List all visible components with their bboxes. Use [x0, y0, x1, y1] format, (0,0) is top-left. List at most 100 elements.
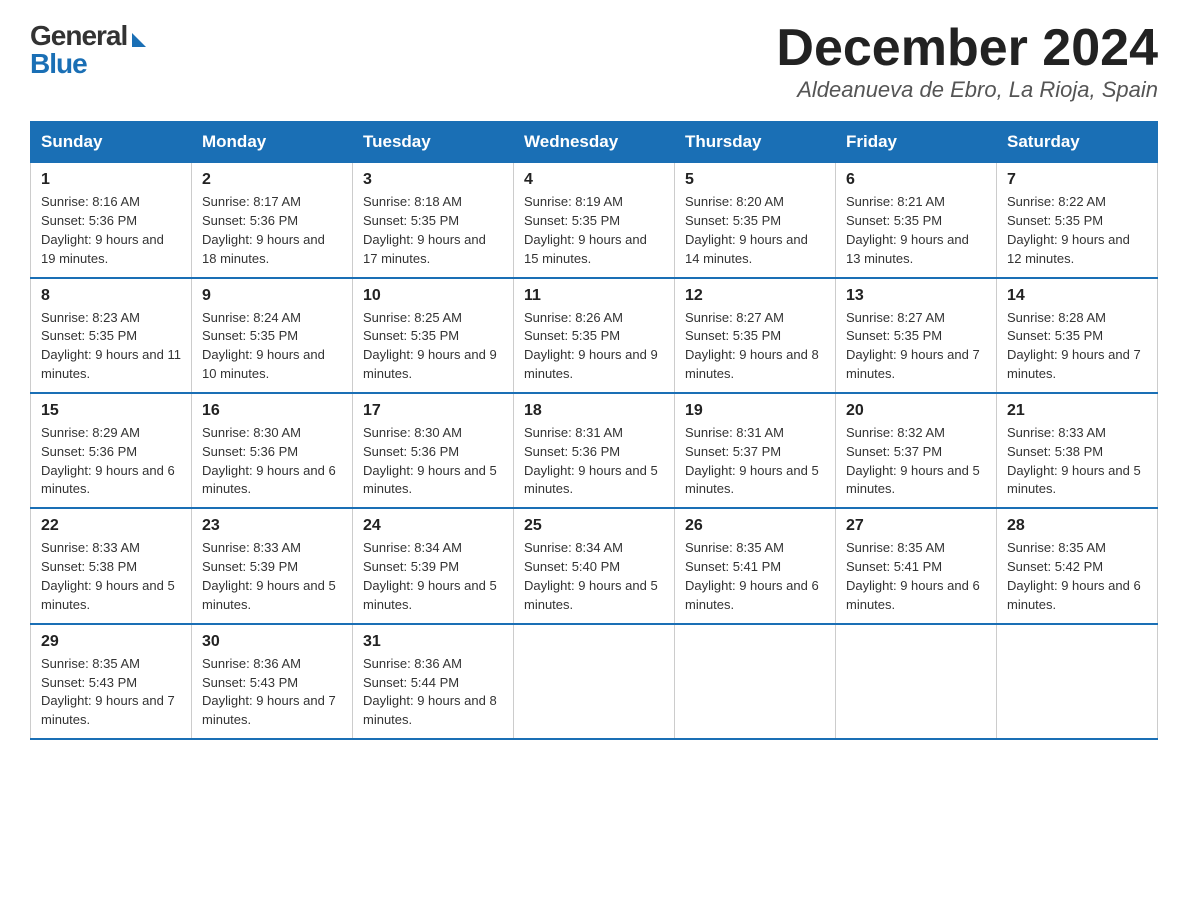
day-info: Sunrise: 8:25 AMSunset: 5:35 PMDaylight:…	[363, 309, 503, 384]
day-info: Sunrise: 8:24 AMSunset: 5:35 PMDaylight:…	[202, 309, 342, 384]
header-wednesday: Wednesday	[514, 122, 675, 163]
day-number: 18	[524, 402, 664, 420]
calendar-cell: 23 Sunrise: 8:33 AMSunset: 5:39 PMDaylig…	[192, 508, 353, 623]
day-number: 12	[685, 287, 825, 305]
calendar-cell: 8 Sunrise: 8:23 AMSunset: 5:35 PMDayligh…	[31, 278, 192, 393]
calendar-cell: 10 Sunrise: 8:25 AMSunset: 5:35 PMDaylig…	[353, 278, 514, 393]
logo-blue-text: Blue	[30, 48, 87, 80]
day-info: Sunrise: 8:20 AMSunset: 5:35 PMDaylight:…	[685, 193, 825, 268]
day-number: 26	[685, 517, 825, 535]
day-info: Sunrise: 8:35 AMSunset: 5:43 PMDaylight:…	[41, 655, 181, 730]
calendar-table: SundayMondayTuesdayWednesdayThursdayFrid…	[30, 121, 1158, 740]
day-info: Sunrise: 8:33 AMSunset: 5:39 PMDaylight:…	[202, 539, 342, 614]
day-info: Sunrise: 8:21 AMSunset: 5:35 PMDaylight:…	[846, 193, 986, 268]
calendar-body: 1 Sunrise: 8:16 AMSunset: 5:36 PMDayligh…	[31, 163, 1158, 739]
day-number: 24	[363, 517, 503, 535]
week-row-4: 22 Sunrise: 8:33 AMSunset: 5:38 PMDaylig…	[31, 508, 1158, 623]
day-info: Sunrise: 8:32 AMSunset: 5:37 PMDaylight:…	[846, 424, 986, 499]
calendar-cell: 25 Sunrise: 8:34 AMSunset: 5:40 PMDaylig…	[514, 508, 675, 623]
day-number: 10	[363, 287, 503, 305]
calendar-cell: 5 Sunrise: 8:20 AMSunset: 5:35 PMDayligh…	[675, 163, 836, 278]
header-sunday: Sunday	[31, 122, 192, 163]
day-number: 19	[685, 402, 825, 420]
week-row-1: 1 Sunrise: 8:16 AMSunset: 5:36 PMDayligh…	[31, 163, 1158, 278]
day-info: Sunrise: 8:29 AMSunset: 5:36 PMDaylight:…	[41, 424, 181, 499]
day-info: Sunrise: 8:33 AMSunset: 5:38 PMDaylight:…	[1007, 424, 1147, 499]
calendar-cell: 13 Sunrise: 8:27 AMSunset: 5:35 PMDaylig…	[836, 278, 997, 393]
day-number: 4	[524, 171, 664, 189]
calendar-cell: 7 Sunrise: 8:22 AMSunset: 5:35 PMDayligh…	[997, 163, 1158, 278]
day-number: 6	[846, 171, 986, 189]
day-info: Sunrise: 8:16 AMSunset: 5:36 PMDaylight:…	[41, 193, 181, 268]
page-header: General Blue December 2024 Aldeanueva de…	[30, 20, 1158, 103]
calendar-cell: 11 Sunrise: 8:26 AMSunset: 5:35 PMDaylig…	[514, 278, 675, 393]
day-info: Sunrise: 8:34 AMSunset: 5:39 PMDaylight:…	[363, 539, 503, 614]
calendar-cell: 18 Sunrise: 8:31 AMSunset: 5:36 PMDaylig…	[514, 393, 675, 508]
day-info: Sunrise: 8:35 AMSunset: 5:41 PMDaylight:…	[846, 539, 986, 614]
day-info: Sunrise: 8:26 AMSunset: 5:35 PMDaylight:…	[524, 309, 664, 384]
calendar-cell: 6 Sunrise: 8:21 AMSunset: 5:35 PMDayligh…	[836, 163, 997, 278]
calendar-cell	[836, 624, 997, 739]
calendar-cell: 29 Sunrise: 8:35 AMSunset: 5:43 PMDaylig…	[31, 624, 192, 739]
calendar-cell: 28 Sunrise: 8:35 AMSunset: 5:42 PMDaylig…	[997, 508, 1158, 623]
day-number: 7	[1007, 171, 1147, 189]
day-number: 3	[363, 171, 503, 189]
calendar-cell	[997, 624, 1158, 739]
day-info: Sunrise: 8:30 AMSunset: 5:36 PMDaylight:…	[202, 424, 342, 499]
calendar-cell: 16 Sunrise: 8:30 AMSunset: 5:36 PMDaylig…	[192, 393, 353, 508]
day-number: 1	[41, 171, 181, 189]
calendar-cell: 1 Sunrise: 8:16 AMSunset: 5:36 PMDayligh…	[31, 163, 192, 278]
day-info: Sunrise: 8:28 AMSunset: 5:35 PMDaylight:…	[1007, 309, 1147, 384]
day-number: 31	[363, 633, 503, 651]
calendar-cell: 26 Sunrise: 8:35 AMSunset: 5:41 PMDaylig…	[675, 508, 836, 623]
day-info: Sunrise: 8:31 AMSunset: 5:36 PMDaylight:…	[524, 424, 664, 499]
day-number: 5	[685, 171, 825, 189]
day-number: 30	[202, 633, 342, 651]
calendar-cell: 17 Sunrise: 8:30 AMSunset: 5:36 PMDaylig…	[353, 393, 514, 508]
day-number: 2	[202, 171, 342, 189]
calendar-cell: 22 Sunrise: 8:33 AMSunset: 5:38 PMDaylig…	[31, 508, 192, 623]
day-info: Sunrise: 8:36 AMSunset: 5:43 PMDaylight:…	[202, 655, 342, 730]
header-monday: Monday	[192, 122, 353, 163]
week-row-2: 8 Sunrise: 8:23 AMSunset: 5:35 PMDayligh…	[31, 278, 1158, 393]
day-info: Sunrise: 8:35 AMSunset: 5:42 PMDaylight:…	[1007, 539, 1147, 614]
header-thursday: Thursday	[675, 122, 836, 163]
day-info: Sunrise: 8:23 AMSunset: 5:35 PMDaylight:…	[41, 309, 181, 384]
calendar-cell: 15 Sunrise: 8:29 AMSunset: 5:36 PMDaylig…	[31, 393, 192, 508]
calendar-cell: 20 Sunrise: 8:32 AMSunset: 5:37 PMDaylig…	[836, 393, 997, 508]
day-info: Sunrise: 8:31 AMSunset: 5:37 PMDaylight:…	[685, 424, 825, 499]
day-info: Sunrise: 8:19 AMSunset: 5:35 PMDaylight:…	[524, 193, 664, 268]
calendar-cell: 14 Sunrise: 8:28 AMSunset: 5:35 PMDaylig…	[997, 278, 1158, 393]
day-number: 8	[41, 287, 181, 305]
calendar-cell: 9 Sunrise: 8:24 AMSunset: 5:35 PMDayligh…	[192, 278, 353, 393]
day-number: 11	[524, 287, 664, 305]
header-tuesday: Tuesday	[353, 122, 514, 163]
calendar-cell: 2 Sunrise: 8:17 AMSunset: 5:36 PMDayligh…	[192, 163, 353, 278]
day-info: Sunrise: 8:36 AMSunset: 5:44 PMDaylight:…	[363, 655, 503, 730]
calendar-cell: 30 Sunrise: 8:36 AMSunset: 5:43 PMDaylig…	[192, 624, 353, 739]
day-number: 9	[202, 287, 342, 305]
logo-arrow-icon	[132, 33, 146, 47]
calendar-header: SundayMondayTuesdayWednesdayThursdayFrid…	[31, 122, 1158, 163]
month-title: December 2024	[776, 20, 1158, 77]
title-area: December 2024 Aldeanueva de Ebro, La Rio…	[776, 20, 1158, 103]
calendar-cell: 21 Sunrise: 8:33 AMSunset: 5:38 PMDaylig…	[997, 393, 1158, 508]
header-friday: Friday	[836, 122, 997, 163]
calendar-cell: 27 Sunrise: 8:35 AMSunset: 5:41 PMDaylig…	[836, 508, 997, 623]
day-number: 13	[846, 287, 986, 305]
calendar-cell	[514, 624, 675, 739]
header-saturday: Saturday	[997, 122, 1158, 163]
week-row-5: 29 Sunrise: 8:35 AMSunset: 5:43 PMDaylig…	[31, 624, 1158, 739]
day-info: Sunrise: 8:35 AMSunset: 5:41 PMDaylight:…	[685, 539, 825, 614]
day-number: 21	[1007, 402, 1147, 420]
day-number: 15	[41, 402, 181, 420]
calendar-cell: 24 Sunrise: 8:34 AMSunset: 5:39 PMDaylig…	[353, 508, 514, 623]
day-number: 17	[363, 402, 503, 420]
location-subtitle: Aldeanueva de Ebro, La Rioja, Spain	[776, 77, 1158, 103]
day-info: Sunrise: 8:22 AMSunset: 5:35 PMDaylight:…	[1007, 193, 1147, 268]
day-info: Sunrise: 8:18 AMSunset: 5:35 PMDaylight:…	[363, 193, 503, 268]
day-info: Sunrise: 8:17 AMSunset: 5:36 PMDaylight:…	[202, 193, 342, 268]
day-number: 28	[1007, 517, 1147, 535]
day-number: 16	[202, 402, 342, 420]
day-number: 14	[1007, 287, 1147, 305]
